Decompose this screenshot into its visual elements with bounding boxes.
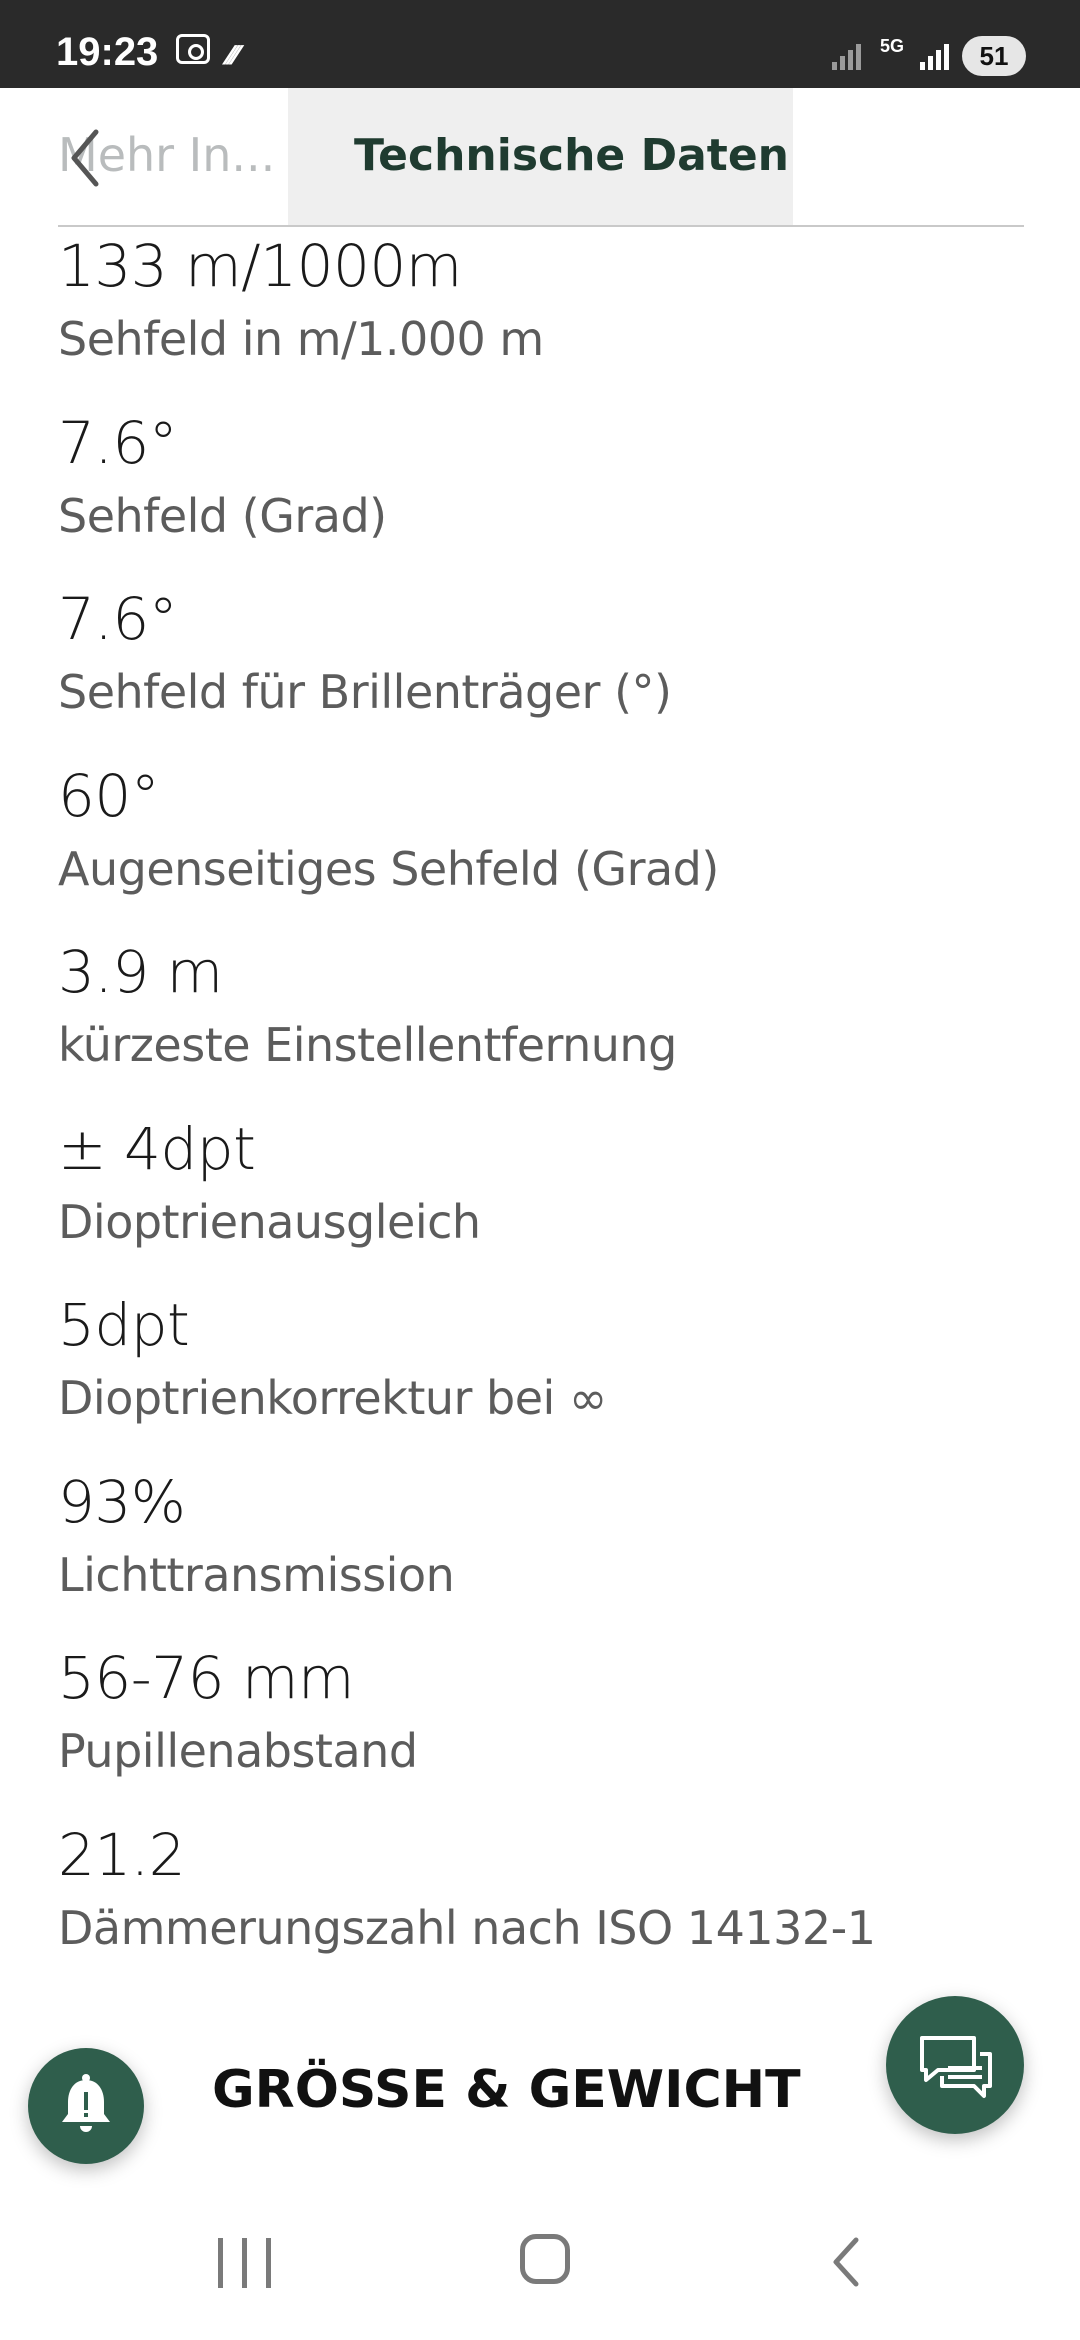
status-time: 19:23 xyxy=(56,30,159,74)
spec-list: 133 m/1000m Sehfeld in m/1.000 m 7.6° Se… xyxy=(58,228,1024,1993)
spec-item: ± 4dpt Dioptrienausgleich xyxy=(58,1111,1024,1288)
system-nav-bar xyxy=(0,2188,1080,2340)
spec-value: 21.2 xyxy=(58,1820,186,1889)
header-divider xyxy=(58,225,1024,227)
home-button[interactable] xyxy=(520,2234,570,2284)
signal-icon-2 xyxy=(920,40,956,70)
spec-value: 3.9 m xyxy=(58,938,223,1006)
recent-apps-button[interactable] xyxy=(218,2238,274,2288)
spec-item: 60° Augenseitiges Sehfeld (Grad) xyxy=(58,758,1024,935)
back-button[interactable] xyxy=(826,2232,866,2292)
spec-label: Dioptrienkorrektur bei ∞ xyxy=(58,1371,607,1425)
bell-icon xyxy=(62,2074,110,2132)
spec-value: 60° xyxy=(58,761,160,830)
spec-item: 7.6° Sehfeld für Brillenträger (°) xyxy=(58,581,1024,758)
spec-value: 93% xyxy=(58,1467,186,1536)
chat-button[interactable] xyxy=(886,1996,1024,2134)
spec-label: kürzeste Einstellentfernung xyxy=(58,1018,677,1072)
spec-label: Sehfeld in m/1.000 m xyxy=(58,312,544,366)
spec-value: 133 m/1000m xyxy=(58,232,462,300)
spec-value: 7.6° xyxy=(58,585,178,653)
spec-label: Sehfeld (Grad) xyxy=(58,488,387,543)
spec-value: 5dpt xyxy=(58,1291,190,1359)
spec-item: 5dpt Dioptrienkorrektur bei ∞ xyxy=(58,1287,1024,1464)
nfc-icon: /// xyxy=(219,40,243,70)
spec-value: 56-76 mm xyxy=(58,1644,354,1712)
tab-header: Mehr In... Technische Daten xyxy=(0,88,1080,228)
notification-button[interactable] xyxy=(28,2048,144,2164)
spec-item: 7.6° Sehfeld (Grad) xyxy=(58,405,1024,582)
status-bar: 19:23 /// 5G 51 xyxy=(0,0,1080,88)
chevron-left-icon[interactable] xyxy=(66,128,106,188)
spec-label: Pupillenabstand xyxy=(58,1724,418,1778)
spec-label: Lichttransmission xyxy=(58,1547,455,1602)
spec-item: 56-76 mm Pupillenabstand xyxy=(58,1640,1024,1817)
tab-technische-daten-label: Technische Daten xyxy=(354,130,789,181)
spec-value: 7.6° xyxy=(58,408,178,477)
spec-item: 3.9 m kürzeste Einstellentfernung xyxy=(58,934,1024,1111)
chat-icon xyxy=(920,2036,992,2098)
network-type-icon: 5G xyxy=(879,36,904,56)
spec-label: Sehfeld für Brillenträger (°) xyxy=(58,665,672,719)
spec-label: Augenseitiges Sehfeld (Grad) xyxy=(58,841,719,896)
spec-label: Dioptrienausgleich xyxy=(58,1194,481,1249)
spec-value: ± 4dpt xyxy=(58,1114,256,1183)
battery-indicator: 51 xyxy=(962,36,1026,76)
screenshot-icon xyxy=(176,34,210,64)
spec-item: 21.2 Dämmerungszahl nach ISO 14132-1 xyxy=(58,1817,1024,1994)
tab-technische-daten[interactable]: Technische Daten xyxy=(288,88,793,226)
section-title-groesse-gewicht[interactable]: GRÖSSE & GEWICHT xyxy=(212,2060,801,2120)
spec-item: 93% Lichttransmission xyxy=(58,1464,1024,1641)
spec-label: Dämmerungszahl nach ISO 14132-1 xyxy=(58,1900,876,1955)
signal-icon xyxy=(832,40,868,70)
spec-item: 133 m/1000m Sehfeld in m/1.000 m xyxy=(58,228,1024,405)
